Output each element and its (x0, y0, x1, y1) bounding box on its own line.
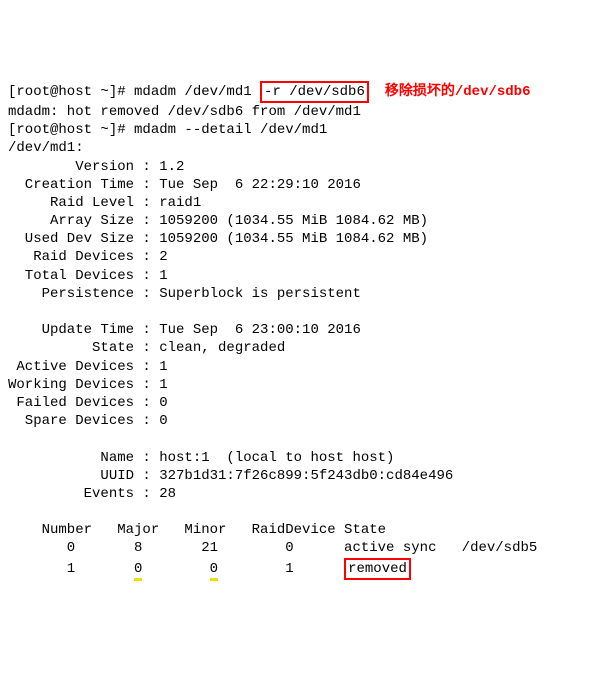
detail-working-devices: Working Devices : 1 (8, 377, 168, 393)
blank-line (8, 304, 16, 320)
detail-state: State : clean, degraded (8, 340, 285, 356)
prompt-line-1: [root@host ~]# mdadm /dev/md1 -r /dev/sd… (8, 84, 531, 100)
detail-uuid: UUID : 327b1d31:7f26c899:5f243db0:cd84e4… (8, 468, 453, 484)
detail-update-time: Update Time : Tue Sep 6 23:00:10 2016 (8, 322, 361, 338)
detail-active-devices: Active Devices : 1 (8, 359, 168, 375)
prompt-line-2: [root@host ~]# mdadm --detail /dev/md1 (8, 122, 327, 138)
output-line-hotremoved: mdadm: hot removed /dev/sdb6 from /dev/m… (8, 104, 361, 120)
row1-pre: 1 (8, 561, 134, 577)
row1-mid1 (142, 561, 209, 577)
boxed-option: -r /dev/sdb6 (260, 81, 369, 103)
row1-mid2: 1 (218, 561, 344, 577)
table-row: 0 8 21 0 active sync /dev/sdb5 (8, 540, 537, 556)
detail-total-devices: Total Devices : 1 (8, 268, 168, 284)
table-header: Number Major Minor RaidDevice State (8, 522, 386, 538)
detail-persistence: Persistence : Superblock is persistent (8, 286, 361, 302)
detail-failed-devices: Failed Devices : 0 (8, 395, 168, 411)
detail-spare-devices: Spare Devices : 0 (8, 413, 168, 429)
detail-version: Version : 1.2 (8, 159, 184, 175)
annotation-text: 移除损坏的/dev/sdb6 (385, 84, 531, 100)
row1-state-box: removed (344, 558, 411, 580)
row1-major-highlight: 0 (134, 561, 142, 581)
detail-creation-time: Creation Time : Tue Sep 6 22:29:10 2016 (8, 177, 361, 193)
terminal-output: [root@host ~]# mdadm /dev/md1 -r /dev/sd… (8, 81, 582, 580)
detail-raid-devices: Raid Devices : 2 (8, 249, 168, 265)
blank-line (8, 431, 16, 447)
device-header: /dev/md1: (8, 140, 84, 156)
detail-array-size: Array Size : 1059200 (1034.55 MiB 1084.6… (8, 213, 428, 229)
prompt-text: [root@host ~]# mdadm /dev/md1 (8, 84, 260, 100)
table-row: 1 0 0 1 removed (8, 561, 411, 577)
detail-used-dev-size: Used Dev Size : 1059200 (1034.55 MiB 108… (8, 231, 428, 247)
detail-events: Events : 28 (8, 486, 176, 502)
detail-raid-level: Raid Level : raid1 (8, 195, 201, 211)
row1-minor-highlight: 0 (210, 561, 218, 581)
detail-name: Name : host:1 (local to host host) (8, 450, 394, 466)
